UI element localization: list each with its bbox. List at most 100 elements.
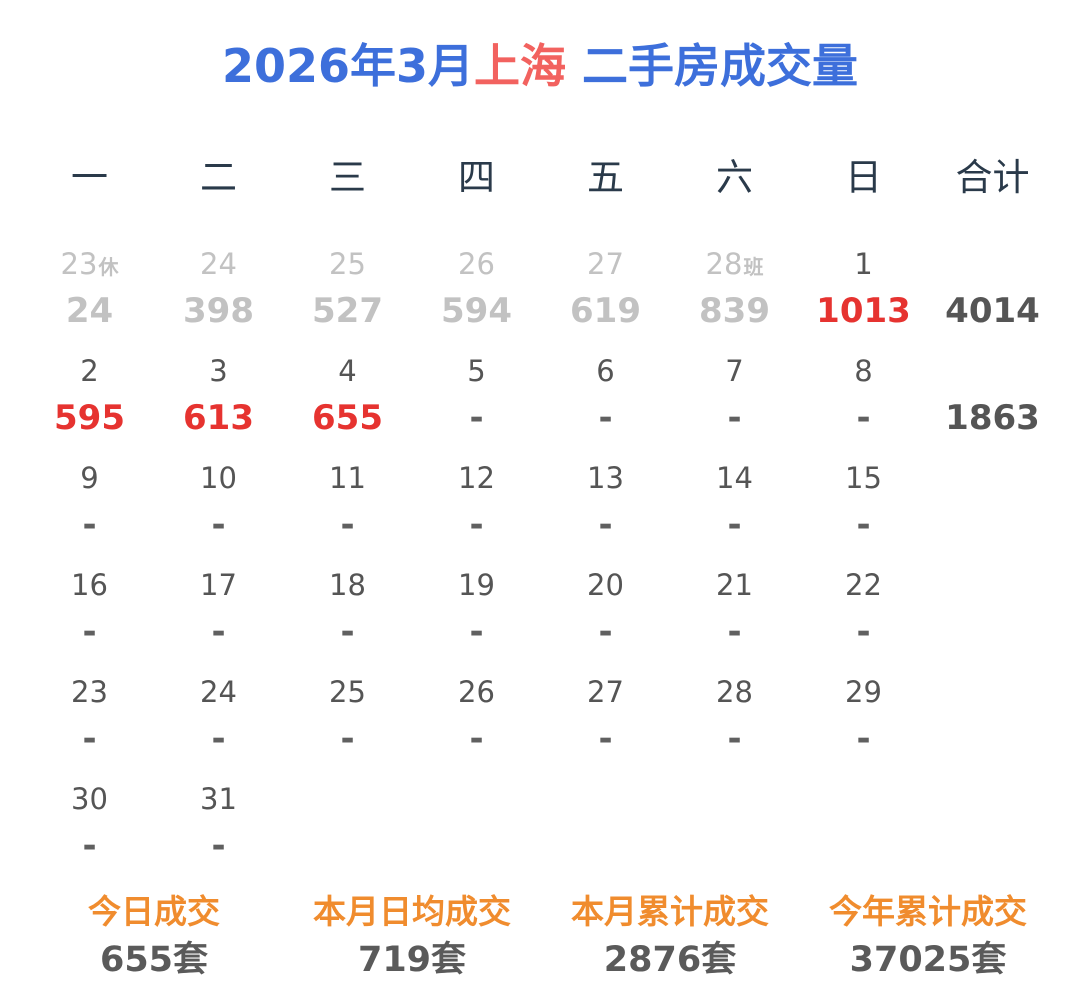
week-total-spacer bbox=[928, 559, 1057, 611]
day-number-text: 19 bbox=[458, 568, 495, 602]
stat-label: 本月日均成交 bbox=[313, 892, 511, 931]
calendar-day-cell: 26 594 bbox=[412, 238, 541, 345]
day-transaction-count: - bbox=[340, 719, 355, 759]
week-total-spacer bbox=[928, 666, 1057, 718]
weekday-header-item: 五 bbox=[587, 156, 624, 199]
day-number: 21 bbox=[670, 559, 799, 611]
page-title: 2026年3月上海 二手房成交量 bbox=[0, 30, 1080, 96]
day-number-text: 7 bbox=[725, 354, 744, 388]
title-prefix: 2026年3月 bbox=[221, 39, 475, 93]
day-number: 28班 bbox=[670, 238, 799, 290]
day-transaction-count: - bbox=[856, 719, 871, 759]
calendar-day-cell: 19 - bbox=[412, 559, 541, 666]
day-holiday-mark: 休 bbox=[98, 255, 119, 279]
day-number-text: 23 bbox=[60, 247, 98, 281]
day-transaction-count: - bbox=[727, 398, 742, 438]
day-number: 7 bbox=[670, 345, 799, 397]
day-number: 26 bbox=[412, 238, 541, 290]
week-total-value bbox=[928, 504, 1057, 546]
day-number-text: 26 bbox=[458, 247, 495, 281]
day-transaction-count: - bbox=[340, 505, 355, 545]
day-number-text: 27 bbox=[587, 675, 624, 709]
calendar-day-cell: 23休 24 bbox=[25, 238, 154, 345]
weekday-header-item: 六 bbox=[716, 156, 753, 199]
day-number: 20 bbox=[541, 559, 670, 611]
day-number: 8 bbox=[799, 345, 928, 397]
week-total-cell bbox=[928, 773, 1057, 880]
day-transaction-count: - bbox=[598, 612, 613, 652]
calendar-day-cell: 26 - bbox=[412, 666, 541, 773]
day-number: 14 bbox=[670, 452, 799, 504]
day-transaction-count: - bbox=[469, 398, 484, 438]
calendar-day-cell: 6- bbox=[541, 345, 670, 452]
day-number: 1 bbox=[799, 238, 928, 290]
day-number: 4 bbox=[283, 345, 412, 397]
day-number: 31 bbox=[154, 773, 283, 825]
calendar-day-cell: 16 - bbox=[25, 559, 154, 666]
day-transaction-count: - bbox=[856, 505, 871, 545]
day-number-text: 24 bbox=[200, 675, 237, 709]
day-number-text: 26 bbox=[458, 675, 495, 709]
calendar-day-cell: 15 - bbox=[799, 452, 928, 559]
day-number: 13 bbox=[541, 452, 670, 504]
day-transaction-count: - bbox=[469, 505, 484, 545]
day-transaction-count: 24 bbox=[65, 291, 114, 331]
calendar-day-cell: 21 - bbox=[670, 559, 799, 666]
calendar-day-cell: 27 - bbox=[541, 666, 670, 773]
week-total-spacer bbox=[928, 345, 1057, 397]
stat-value: 655套 bbox=[99, 940, 209, 980]
calendar-day-cell bbox=[283, 773, 412, 880]
stat-label: 今日成交 bbox=[88, 892, 220, 931]
summary-stats: 今日成交 655套 本月日均成交 719套 本月累计成交 2876套 今年累计成交 37025… bbox=[25, 888, 1055, 984]
day-number-text: 6 bbox=[596, 354, 615, 388]
week-total-cell bbox=[928, 559, 1057, 666]
day-number: 3 bbox=[154, 345, 283, 397]
day-number-text: 18 bbox=[329, 568, 366, 602]
day-number-text: 27 bbox=[587, 247, 624, 281]
day-number: 11 bbox=[283, 452, 412, 504]
calendar-day-cell: 17 - bbox=[154, 559, 283, 666]
stat-block: 本月累计成交 2876套 bbox=[541, 888, 799, 984]
calendar-day-cell: 24 - bbox=[154, 666, 283, 773]
calendar-day-cell: 11 - bbox=[283, 452, 412, 559]
day-number-text: 30 bbox=[71, 782, 108, 816]
week-total-value bbox=[928, 611, 1057, 653]
day-number: 23休 bbox=[25, 238, 154, 290]
day-transaction-count: - bbox=[469, 612, 484, 652]
day-number-text: 28 bbox=[716, 675, 753, 709]
day-transaction-count: - bbox=[727, 505, 742, 545]
week-total-cell: 4014 bbox=[928, 238, 1057, 345]
day-number: 25 bbox=[283, 238, 412, 290]
calendar-day-cell: 13 - bbox=[541, 452, 670, 559]
day-transaction-count: - bbox=[82, 719, 97, 759]
day-number-text: 2 bbox=[80, 354, 99, 388]
day-number: 24 bbox=[154, 666, 283, 718]
stat-value: 719套 bbox=[357, 940, 467, 980]
day-transaction-count: 527 bbox=[312, 291, 383, 331]
day-number: 23 bbox=[25, 666, 154, 718]
day-number: 19 bbox=[412, 559, 541, 611]
day-number-text: 13 bbox=[587, 461, 624, 495]
day-transaction-count: - bbox=[211, 612, 226, 652]
day-number-text: 1 bbox=[854, 247, 873, 281]
calendar-day-cell bbox=[799, 773, 928, 880]
day-number: 6 bbox=[541, 345, 670, 397]
weekday-header-item: 三 bbox=[329, 156, 366, 199]
stat-value: 2876套 bbox=[603, 940, 737, 980]
day-number: 17 bbox=[154, 559, 283, 611]
calendar-day-cell bbox=[412, 773, 541, 880]
day-transaction-count: - bbox=[727, 612, 742, 652]
weekday-header: 一 二 三 四 五 六 日 合计 bbox=[25, 150, 1057, 206]
calendar-day-cell: 9- bbox=[25, 452, 154, 559]
calendar-day-cell: 20 - bbox=[541, 559, 670, 666]
calendar-day-cell: 28班 839 bbox=[670, 238, 799, 345]
day-number-text: 4 bbox=[338, 354, 357, 388]
calendar-day-cell bbox=[670, 773, 799, 880]
day-number: 18 bbox=[283, 559, 412, 611]
week-total-cell bbox=[928, 452, 1057, 559]
weekday-header-item: 二 bbox=[200, 156, 237, 199]
day-number-text: 12 bbox=[458, 461, 495, 495]
calendar-day-cell: 25 527 bbox=[283, 238, 412, 345]
day-number-text: 17 bbox=[200, 568, 237, 602]
day-transaction-count: - bbox=[727, 719, 742, 759]
